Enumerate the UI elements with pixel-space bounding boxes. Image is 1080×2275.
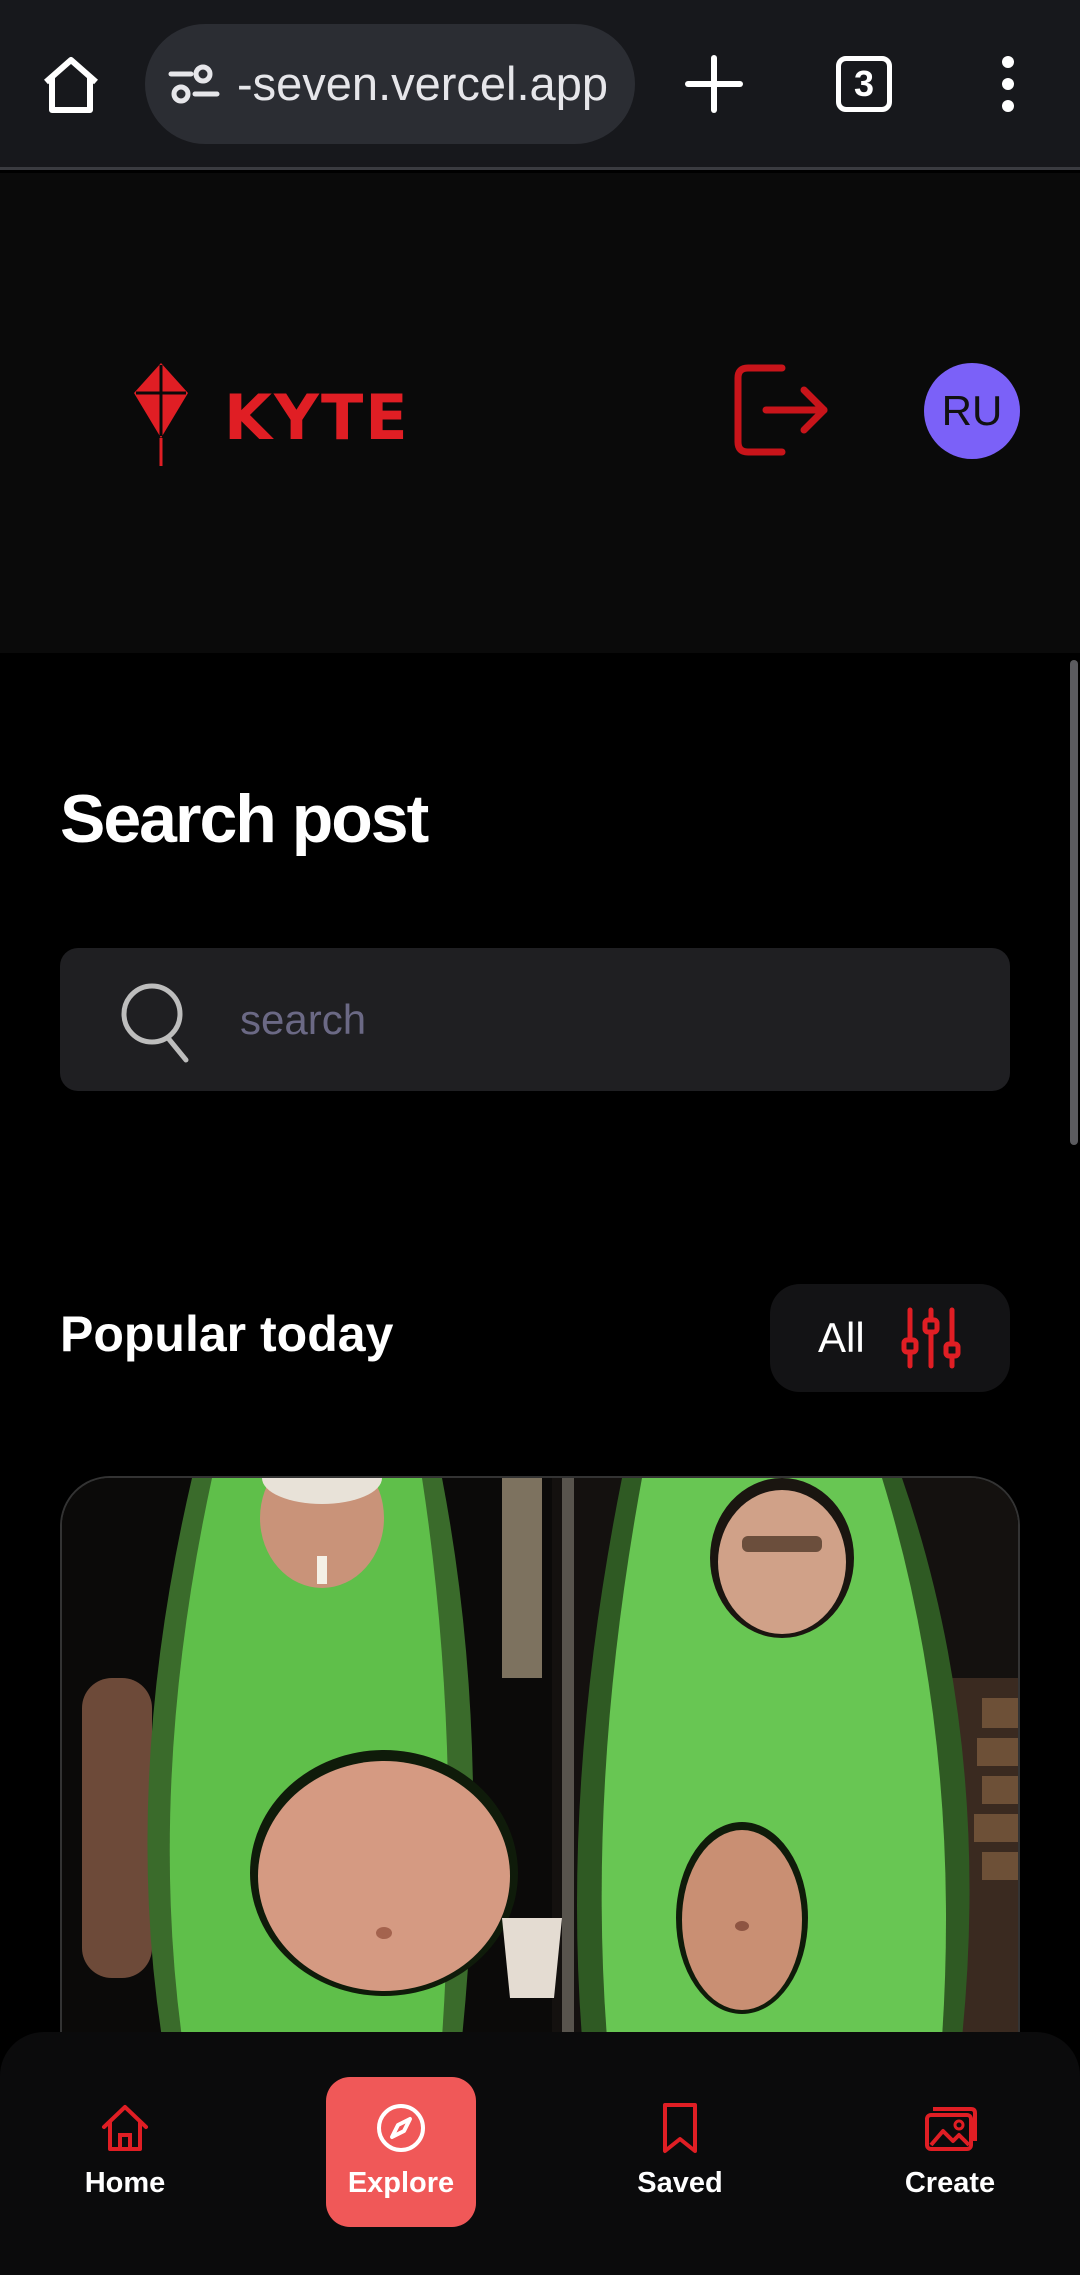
nav-item-explore[interactable]: Explore: [326, 2077, 476, 2227]
new-tab-button[interactable]: [682, 52, 746, 116]
nav-label-explore: Explore: [347, 2167, 455, 2199]
gallery-icon: [925, 2107, 977, 2151]
compass-icon: [377, 2104, 425, 2152]
browser-home-button[interactable]: [38, 52, 104, 118]
section-title: Popular today: [60, 1306, 394, 1362]
nav-item-home[interactable]: Home: [60, 2077, 190, 2227]
page-scrollbar[interactable]: [1070, 660, 1078, 1145]
sliders-icon: [901, 1307, 961, 1369]
post-image: [62, 1478, 1018, 2036]
user-avatar[interactable]: RU: [924, 363, 1020, 459]
filter-button[interactable]: All: [770, 1284, 1010, 1392]
tab-switcher-button[interactable]: 3: [836, 56, 892, 112]
home-icon: [102, 2105, 148, 2151]
nav-item-create[interactable]: Create: [880, 2077, 1020, 2227]
plus-icon: [685, 55, 743, 113]
site-settings-icon[interactable]: [167, 62, 223, 108]
bottom-navigation: Home Explore Saved Create: [0, 2032, 1080, 2275]
post-card[interactable]: [60, 1476, 1020, 2036]
kyte-logo[interactable]: KYTE: [130, 363, 410, 473]
home-icon: [44, 57, 98, 113]
page-title: Search post: [60, 781, 429, 857]
nav-label-saved: Saved: [637, 2167, 723, 2199]
browser-toolbar: -seven.vercel.app 3: [0, 0, 1080, 170]
search-icon: [121, 983, 189, 1063]
url-text: -seven.vercel.app: [237, 57, 608, 110]
more-vertical-icon: [1002, 56, 1014, 112]
address-bar[interactable]: -seven.vercel.app: [145, 24, 635, 144]
nav-item-saved[interactable]: Saved: [610, 2077, 750, 2227]
browser-menu-button[interactable]: [984, 54, 1032, 114]
search-bar[interactable]: [60, 948, 1010, 1091]
nav-label-create: Create: [904, 2167, 996, 2199]
nav-label-home: Home: [84, 2167, 166, 2199]
kite-icon: [134, 363, 188, 466]
logo-text: KYTE: [224, 381, 410, 454]
logout-button[interactable]: [730, 360, 834, 460]
search-input[interactable]: [240, 948, 980, 1091]
logout-icon: [734, 364, 828, 456]
filter-label: All: [818, 1314, 865, 1361]
bookmark-icon: [663, 2103, 697, 2153]
